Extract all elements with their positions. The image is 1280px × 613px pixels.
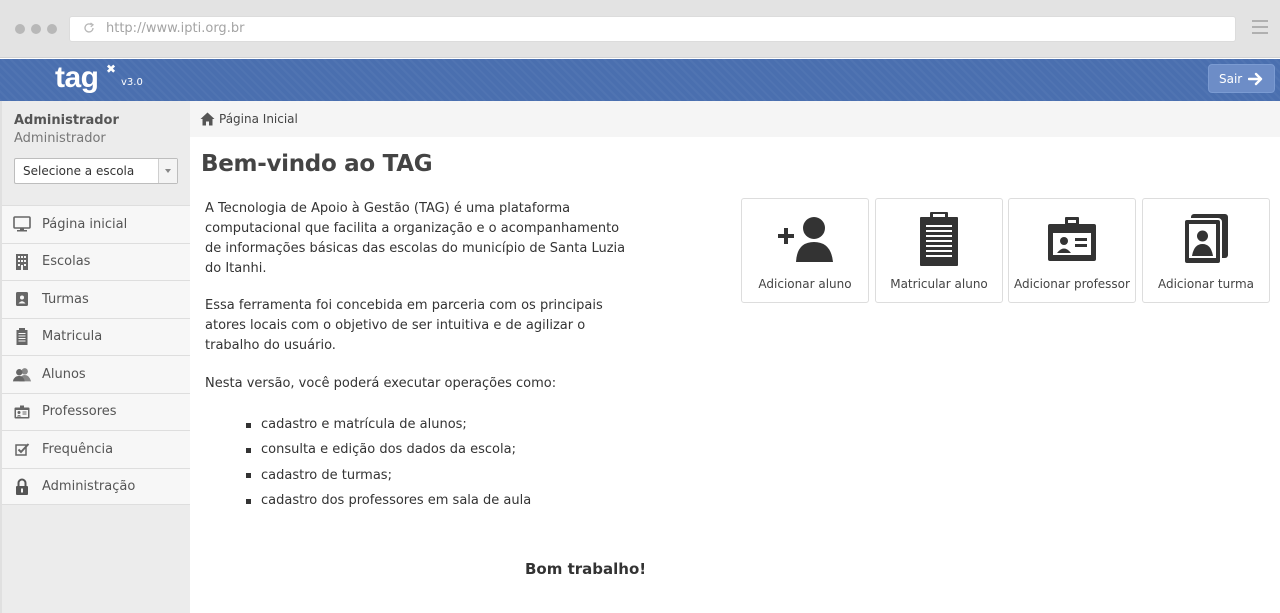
- sidebar-item-turmas[interactable]: Turmas: [2, 280, 190, 318]
- logo[interactable]: tag: [55, 61, 99, 95]
- card-label: Adicionar aluno: [758, 277, 852, 291]
- users-icon: [12, 365, 32, 383]
- sidebar-menu: Página inicial Escolas Turmas Matricula …: [2, 205, 190, 505]
- card-label: Adicionar turma: [1157, 277, 1254, 291]
- id-card-icon: [12, 403, 32, 421]
- card-label: Adicionar professor: [1014, 277, 1130, 291]
- reload-icon[interactable]: [82, 21, 96, 35]
- add-user-icon: [742, 211, 868, 266]
- list-item: cadastro dos professores em sala de aula: [246, 488, 531, 513]
- school-select[interactable]: Selecione a escola: [14, 158, 178, 184]
- partnership-paragraph: Essa ferramenta foi concebida em parceri…: [205, 298, 603, 353]
- class-book-icon: [1143, 211, 1269, 266]
- address-bar[interactable]: http://www.ipti.org.br: [69, 16, 1236, 42]
- clipboard-icon: [12, 328, 32, 346]
- window-controls[interactable]: [15, 24, 57, 34]
- sidebar-item-label: Página inicial: [42, 216, 128, 232]
- arrow-right-icon: [1248, 72, 1263, 86]
- logo-mark: ✖: [106, 62, 117, 76]
- home-icon[interactable]: [200, 112, 215, 126]
- list-item: consulta e edição dos dados da escola;: [246, 437, 531, 462]
- logout-label: Sair: [1219, 71, 1243, 86]
- user-role: Administrador: [14, 131, 106, 146]
- card-label: Matricular aluno: [890, 277, 988, 291]
- monitor-icon: [12, 215, 32, 233]
- building-icon: [12, 253, 32, 271]
- add-teacher-button[interactable]: Adicionar professor: [1008, 198, 1136, 303]
- enroll-student-button[interactable]: Matricular aluno: [875, 198, 1003, 303]
- user-name: Administrador: [14, 113, 119, 128]
- breadcrumb-home-link[interactable]: Página Inicial: [219, 112, 298, 126]
- list-item: cadastro de turmas;: [246, 463, 531, 488]
- clipboard-icon: [876, 211, 1002, 266]
- operations-intro: Nesta versão, você poderá executar opera…: [205, 376, 557, 391]
- chevron-down-icon[interactable]: [158, 159, 177, 183]
- sidebar-item-alunos[interactable]: Alunos: [2, 355, 190, 393]
- sidebar-item-label: Administração: [42, 478, 136, 494]
- school-select-value: Selecione a escola: [23, 164, 135, 178]
- intro-paragraph: A Tecnologia de Apoio à Gestão (TAG) é u…: [205, 201, 626, 276]
- sidebar-item-escolas[interactable]: Escolas: [2, 242, 190, 280]
- logout-button[interactable]: Sair: [1208, 64, 1275, 93]
- breadcrumb: Página Inicial: [190, 101, 1280, 137]
- url-text[interactable]: http://www.ipti.org.br: [106, 21, 244, 36]
- closing-text: Bom trabalho!: [525, 560, 647, 578]
- operations-list: cadastro e matrícula de alunos; consulta…: [246, 412, 531, 513]
- class-book-icon: [12, 290, 32, 308]
- browser-menu-icon[interactable]: [1252, 20, 1268, 36]
- version-label: v3.0: [121, 77, 143, 88]
- id-badge-icon: [1009, 211, 1135, 266]
- sidebar-item-label: Frequência: [42, 441, 114, 457]
- add-class-button[interactable]: Adicionar turma: [1142, 198, 1270, 303]
- sidebar-item-administracao[interactable]: Administração: [2, 467, 190, 505]
- app-navbar: tag ✖ v3.0 Sair: [0, 59, 1280, 101]
- sidebar-item-frequencia[interactable]: Frequência: [2, 430, 190, 468]
- sidebar: Administrador Administrador Selecione a …: [0, 101, 190, 613]
- sidebar-item-label: Alunos: [42, 366, 86, 382]
- sidebar-item-label: Escolas: [42, 254, 91, 270]
- sidebar-item-professores[interactable]: Professores: [2, 392, 190, 430]
- add-student-button[interactable]: Adicionar aluno: [741, 198, 869, 303]
- sidebar-item-pagina-inicial[interactable]: Página inicial: [2, 205, 190, 243]
- sidebar-item-matricula[interactable]: Matricula: [2, 317, 190, 355]
- sidebar-item-label: Professores: [42, 404, 117, 420]
- browser-chrome: http://www.ipti.org.br: [0, 0, 1280, 58]
- checkbox-icon: [12, 440, 32, 458]
- lock-icon: [12, 477, 32, 495]
- sidebar-item-label: Matricula: [42, 329, 103, 345]
- list-item: cadastro e matrícula de alunos;: [246, 412, 531, 437]
- page-title: Bem-vindo ao TAG: [201, 151, 433, 177]
- sidebar-item-label: Turmas: [42, 291, 89, 307]
